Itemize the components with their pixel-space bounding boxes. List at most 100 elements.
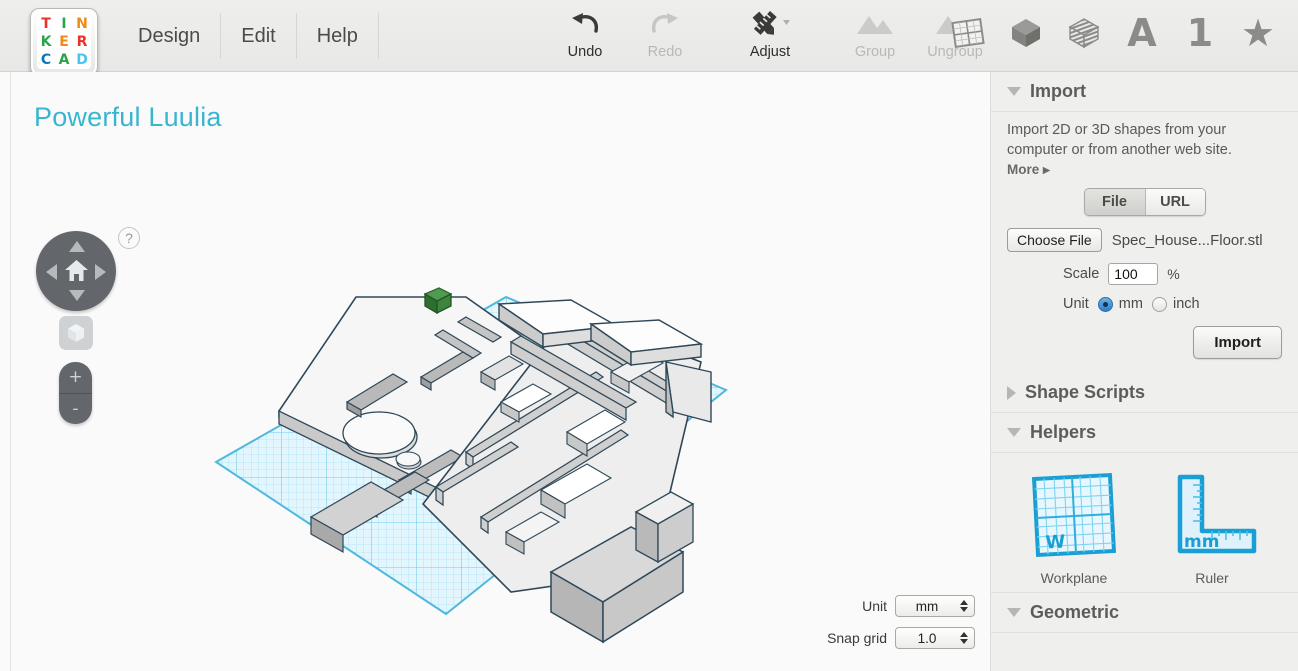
chevron-down-icon[interactable] [1007,87,1021,96]
import-section-body: Import 2D or 3D shapes from your compute… [991,112,1298,373]
nav-up-arrow-icon[interactable] [69,241,85,252]
logo-letter-i-1: I [61,17,66,31]
hole-cube-icon[interactable] [1062,8,1106,58]
group-button[interactable]: Group [835,6,915,60]
ruler-helper-label: Ruler [1157,570,1267,586]
logo-letter-grid: TINKERCAD [37,15,91,69]
undo-label: Undo [568,44,603,60]
adjust-button[interactable]: Adjust [730,6,810,60]
redo-label: Redo [648,44,683,60]
import-tab-url[interactable]: URL [1145,189,1205,215]
menu-divider [378,13,379,59]
home-view-icon[interactable] [64,258,89,284]
menu-help[interactable]: Help [297,13,378,59]
chevron-down-icon[interactable] [1007,428,1021,437]
right-sidebar: Import Import 2D or 3D shapes from your … [990,72,1298,671]
unit-mm-label: mm [1119,296,1143,312]
tinkercad-logo[interactable]: TINKERCAD [30,8,98,76]
menu-edit[interactable]: Edit [221,13,295,59]
unit-radio-row: Unit mm inch [1007,296,1282,312]
workplane-helper-icon[interactable]: W [1024,469,1124,561]
helper-ruler[interactable]: mm Ruler [1157,469,1267,586]
view-cube-button[interactable] [59,316,93,350]
unit-inch-label: inch [1173,296,1200,312]
solid-cube-icon[interactable] [1004,8,1048,58]
section-header-import[interactable]: Import [991,72,1298,112]
radio-inch-icon[interactable] [1152,297,1167,312]
text-a-icon[interactable]: A [1120,8,1164,58]
model-viewport[interactable] [11,72,985,671]
zoom-out-button[interactable]: - [59,394,92,425]
file-chooser-row: Choose File Spec_House...Floor.stl [1007,228,1282,252]
snap-grid-label: Snap grid [827,630,887,646]
star-favorite-icon[interactable]: ★ [1236,8,1280,58]
view-navigation-pad[interactable] [36,231,116,311]
group-label: Group [855,44,895,60]
logo-letter-c-6: C [41,53,51,67]
zoom-controls[interactable]: + - [59,362,92,424]
logo-letter-d-8: D [76,53,88,67]
import-tab-file[interactable]: File [1085,189,1145,215]
number-one-glyph: 1 [1187,11,1213,55]
svg-text:mm: mm [1184,532,1219,552]
ruler-helper-icon[interactable]: mm [1162,469,1262,561]
unit-row: Unit mm [862,595,975,617]
logo-letter-r-5: R [77,35,88,49]
logo-letter-e-4: E [59,35,69,49]
stepper-down-icon[interactable] [960,607,968,612]
chevron-right-icon[interactable] [1007,386,1016,400]
adjust-label: Adjust [750,44,790,60]
top-toolbar: TINKERCAD Design Edit Help Undo [0,0,1298,72]
import-button[interactable]: Import [1193,326,1282,359]
design-canvas[interactable]: Powerful Luulia [10,72,985,671]
helper-workplane[interactable]: W Workplane [1019,469,1129,586]
help-button[interactable]: ? [118,227,140,249]
helpers-grid: W Workplane mm [991,453,1298,592]
undo-icon [568,6,602,42]
edit-tools: Undo Redo [545,6,995,60]
shape-scripts-title: Shape Scripts [1025,382,1145,403]
scale-input[interactable] [1108,263,1158,285]
choose-file-button[interactable]: Choose File [1007,228,1102,252]
import-more-link[interactable]: More ▸ [1007,162,1282,178]
unit-option-inch[interactable]: inch [1152,296,1200,312]
unit-select[interactable]: mm [895,595,975,617]
number-one-icon[interactable]: 1 [1178,8,1222,58]
snap-grid-select[interactable]: 1.0 [895,627,975,649]
redo-button[interactable]: Redo [625,6,705,60]
nav-down-arrow-icon[interactable] [69,290,85,301]
section-header-shape-scripts[interactable]: Shape Scripts [991,373,1298,413]
geometric-title: Geometric [1030,602,1119,623]
nav-right-arrow-icon[interactable] [95,264,106,280]
text-a-glyph: A [1127,11,1156,55]
unit-option-mm[interactable]: mm [1098,296,1143,312]
import-unit-label: Unit [1063,296,1089,312]
workplane-helper-label: Workplane [1019,570,1129,586]
unit-label: Unit [862,598,887,614]
section-header-helpers[interactable]: Helpers [991,413,1298,453]
stepper-down-icon[interactable] [960,639,968,644]
import-section-title: Import [1030,81,1086,102]
logo-letter-k-3: K [41,35,52,49]
zoom-in-button[interactable]: + [59,362,92,394]
workplane-grid-icon[interactable] [946,8,990,58]
snap-stepper-arrows[interactable] [957,629,971,647]
main-menu: Design Edit Help [118,0,379,72]
logo-letter-a-7: A [59,53,70,67]
chevron-down-icon[interactable] [1007,608,1021,617]
group-icon [853,6,897,42]
stepper-up-icon[interactable] [960,600,968,605]
undo-button[interactable]: Undo [545,6,625,60]
menu-design[interactable]: Design [118,13,220,59]
tinkercad-app: TINKERCAD Design Edit Help Undo [0,0,1298,671]
nav-left-arrow-icon[interactable] [46,264,57,280]
stepper-up-icon[interactable] [960,632,968,637]
redo-icon [648,6,682,42]
import-action-row: Import [1007,326,1282,359]
logo-letter-t-0: T [41,17,51,31]
unit-stepper-arrows[interactable] [957,597,971,615]
helpers-title: Helpers [1030,422,1096,443]
selected-file-name: Spec_House...Floor.stl [1112,232,1263,249]
section-header-geometric[interactable]: Geometric [991,592,1298,633]
radio-mm-icon[interactable] [1098,297,1113,312]
